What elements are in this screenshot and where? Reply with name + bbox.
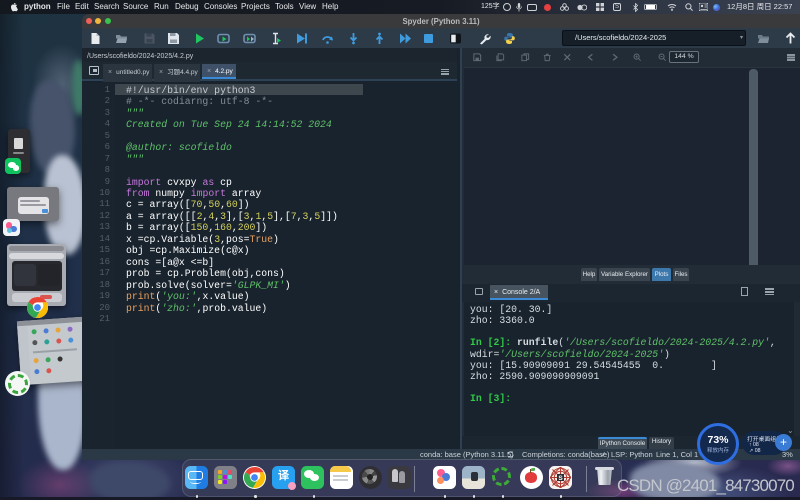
svg-text:S: S bbox=[558, 475, 563, 482]
